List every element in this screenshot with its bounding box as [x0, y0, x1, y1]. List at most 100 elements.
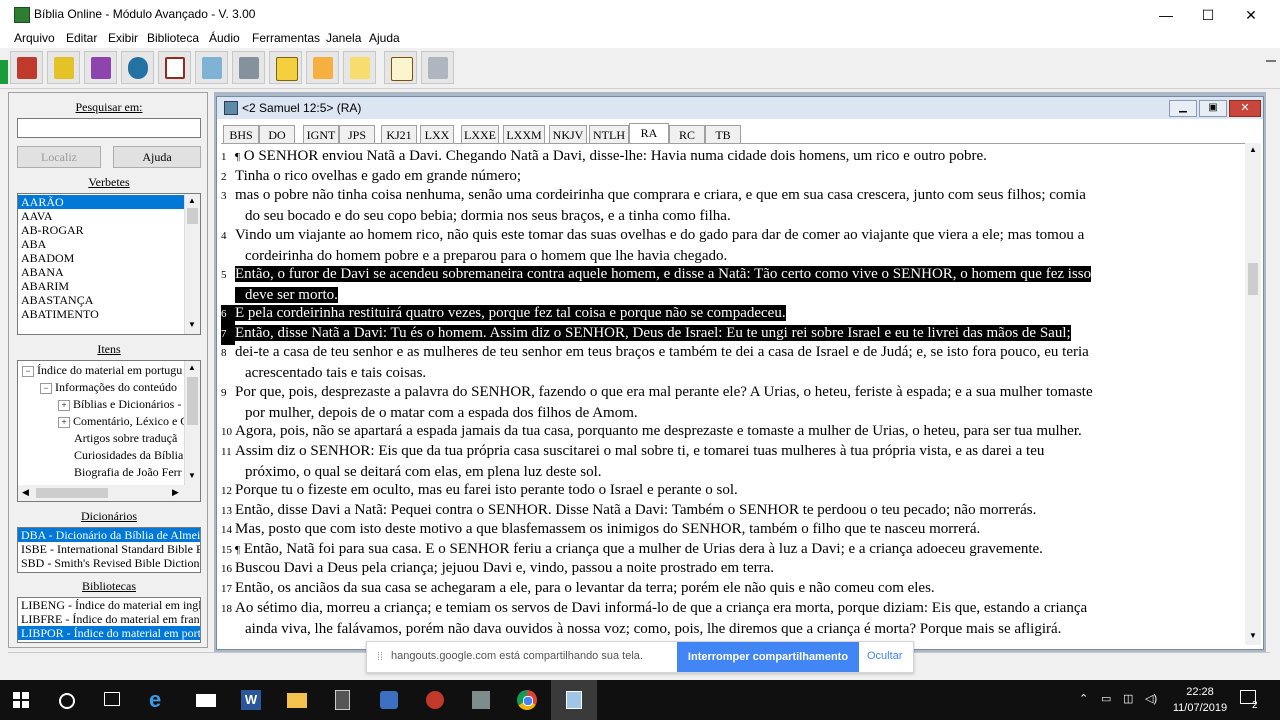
app-icon-blue[interactable] [377, 688, 401, 712]
verbetes-list[interactable]: AARÃO AAVA AB-ROGAR ABA ABADOM ABANA ABA… [17, 193, 201, 335]
menu-janela[interactable]: Janela [326, 31, 361, 45]
word-icon[interactable]: W [239, 688, 263, 712]
tab-kj21[interactable]: KJ21 [381, 125, 417, 143]
tray-expand-icon[interactable]: ⌃ [1079, 692, 1088, 705]
verse-7[interactable]: 7 Então, disse Natã a Davi: Tu és o homem… [221, 324, 1237, 345]
tab-ra[interactable]: RA [629, 123, 669, 143]
list-item[interactable]: DBA - Dicionário da Bíblia de Almei [18, 528, 200, 542]
list-item[interactable]: AAVA [18, 209, 184, 223]
minimize-button[interactable]: — [1143, 0, 1189, 30]
stop-sharing-button[interactable]: Interromper compartilhamento [677, 642, 859, 672]
close-button[interactable]: ✕ [1228, 0, 1274, 30]
verse-4[interactable]: 4 Vindo um viajante ao homem rico, não qu… [221, 226, 1237, 266]
app-icon-gray[interactable] [469, 688, 493, 712]
verse-3[interactable]: 3 mas o pobre não tinha coisa nenhuma, se… [221, 186, 1237, 226]
itens-tree[interactable]: − Índice do material em portugu − Inform… [17, 360, 201, 502]
scroll-up-icon[interactable]: ▲ [188, 196, 196, 205]
child-minimize-button[interactable]: ▁ [1169, 100, 1197, 117]
drag-handle-icon[interactable]: ⁞⁞ [377, 651, 383, 663]
tab-jps[interactable]: JPS [339, 125, 375, 143]
app-icon-red[interactable] [423, 688, 447, 712]
tab-bhs[interactable]: BHS [223, 125, 259, 143]
help-button[interactable]: Ajuda [113, 146, 201, 168]
tree-hscrollbar[interactable]: ◀ ▶ [18, 485, 200, 501]
scroll-right-icon[interactable]: ▶ [172, 487, 179, 498]
tab-tb[interactable]: TB [705, 125, 741, 143]
clock-date[interactable]: 11/07/2019 [1168, 702, 1232, 714]
list-item[interactable]: ABASTANÇA [18, 293, 184, 307]
tools-icon[interactable] [232, 51, 265, 84]
verbetes-scrollbar[interactable]: ▲ ▼ [184, 194, 200, 334]
chrome-icon[interactable] [515, 688, 539, 712]
child-close-button[interactable]: ✕ [1229, 100, 1261, 117]
edge-icon[interactable]: e [149, 688, 173, 712]
list-item[interactable]: SBD - Smith's Revised Bible Diction [18, 556, 200, 570]
tree-item[interactable]: − Índice do material em portugu [22, 362, 184, 379]
tree-item[interactable]: + Bíblias e Dicionários - [22, 396, 184, 413]
menu-exibir[interactable]: Exibir [108, 31, 138, 45]
scroll-thumb[interactable] [1248, 263, 1258, 295]
task-view-icon[interactable] [104, 692, 120, 706]
wifi-icon[interactable]: ◫ [1123, 692, 1133, 705]
tab-do[interactable]: DO [259, 125, 295, 143]
folder-icon[interactable] [306, 51, 339, 84]
tree-item[interactable]: Curiosidades da Bíblia [22, 447, 184, 464]
menu-editar[interactable]: Editar [66, 31, 97, 45]
list-item[interactable]: ABADOM [18, 251, 184, 265]
list-item[interactable]: ABANA [18, 265, 184, 279]
tree-vscrollbar[interactable]: ▲ ▼ [184, 361, 200, 485]
scroll-thumb[interactable] [36, 488, 108, 498]
mail-icon[interactable] [194, 688, 218, 712]
verse-text[interactable]: 1 ¶ O SENHOR enviou Natã a Davi. Chegando… [221, 143, 1241, 645]
verse-2[interactable]: 2 Tinha o rico ovelhas e gado em grande n… [221, 167, 1237, 188]
notes-icon[interactable] [47, 51, 80, 84]
bible-icon[interactable] [10, 51, 43, 84]
tab-ignt[interactable]: IGNT [303, 125, 339, 143]
books-icon[interactable] [84, 51, 117, 84]
list-item[interactable]: ABA [18, 237, 184, 251]
menu-biblioteca[interactable]: Biblioteca [147, 31, 199, 45]
scroll-down-icon[interactable]: ▼ [188, 471, 196, 480]
tree-item[interactable]: Artigos sobre traduçã [22, 430, 184, 447]
list-item[interactable]: ABARIM [18, 279, 184, 293]
verse-1[interactable]: 1 ¶ O SENHOR enviou Natã a Davi. Chegando… [221, 147, 1237, 168]
dicionarios-list[interactable]: DBA - Dicionário da Bíblia de Almei ISBE… [17, 527, 201, 573]
maximize-button[interactable]: ☐ [1185, 0, 1231, 30]
calculator-icon[interactable] [331, 688, 355, 712]
tree-item[interactable]: − Informações do conteúdo [22, 379, 184, 396]
file-explorer-icon[interactable] [285, 688, 309, 712]
search-input[interactable] [17, 118, 201, 138]
document-icon[interactable] [224, 101, 238, 115]
verse-8[interactable]: 8 dei-te a casa de teu senhor e as mulher… [221, 343, 1237, 383]
tab-lxxm[interactable]: LXXM [503, 125, 545, 143]
tree-item[interactable]: + Comentário, Léxico e C [22, 413, 184, 430]
overflow-icon[interactable] [1266, 60, 1276, 68]
scroll-thumb[interactable] [187, 208, 198, 224]
scroll-up-icon[interactable]: ▲ [188, 363, 196, 372]
list-item[interactable]: ISBE - International Standard Bible E [18, 542, 200, 556]
text-scrollbar[interactable]: ▲ ▼ [1245, 143, 1261, 645]
verse-11[interactable]: 11 Assim diz o SENHOR: Eis que da tua pró… [221, 442, 1237, 482]
verse-14[interactable]: 14 Mas, posto que com isto deste motivo a… [221, 520, 1237, 541]
menu-audio[interactable]: Áudio [209, 31, 240, 45]
hide-button[interactable]: Ocultar [867, 650, 902, 662]
locate-button[interactable]: Localiz [17, 146, 101, 168]
verse-9[interactable]: 9 Por que, pois, desprezaste a palavra do… [221, 383, 1237, 423]
tab-nkjv[interactable]: NKJV [549, 125, 587, 143]
printer-icon[interactable] [421, 51, 454, 84]
list-item[interactable]: AB-ROGAR [18, 223, 184, 237]
app-icon[interactable] [14, 7, 30, 23]
volume-icon[interactable]: ◁) [1145, 692, 1157, 705]
list-item[interactable]: LIBFRE - Índice do material em franc [18, 612, 200, 626]
verse-12[interactable]: 12 Porque tu o fizeste em oculto, mas eu … [221, 481, 1237, 502]
menu-arquivo[interactable]: Arquivo [14, 31, 55, 45]
scroll-left-icon[interactable]: ◀ [22, 487, 29, 498]
verse-6[interactable]: 6E pela cordeirinha restituirá quatro ve… [221, 304, 1237, 325]
tab-lxx[interactable]: LXX [420, 125, 454, 143]
globe-icon[interactable] [121, 51, 154, 84]
scroll-thumb[interactable] [187, 377, 198, 425]
menu-ferramentas[interactable]: Ferramentas [252, 31, 320, 45]
verse-13[interactable]: 13 Então, disse Davi a Natã: Pequei contr… [221, 501, 1237, 522]
network-icon[interactable]: ▭ [1101, 692, 1111, 705]
list-item[interactable]: LIBPOR - Índice do material em port [18, 626, 200, 640]
